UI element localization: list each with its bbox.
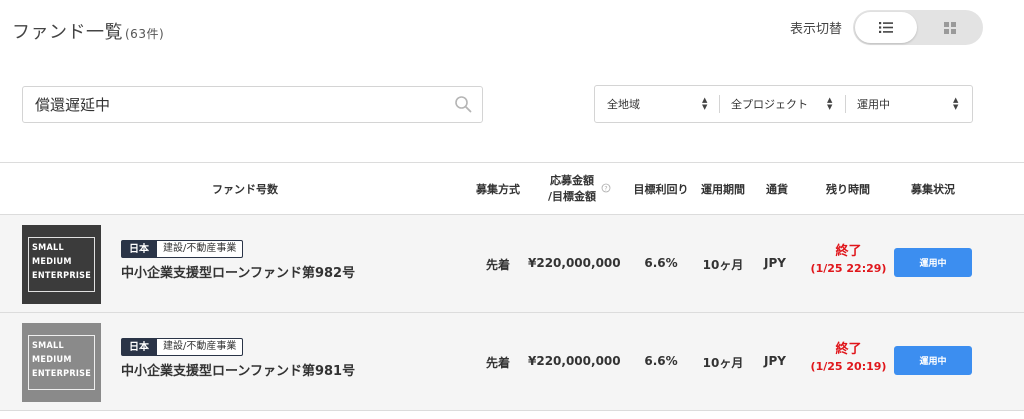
thumbnail-line: ENTERPRISE [32, 271, 92, 281]
col-yield: 目標利回り [633, 183, 689, 196]
col-amount-line2: /目標金額 [547, 190, 597, 203]
category-tag: 建設/不動産事業 [157, 338, 244, 356]
status-filter-label: 運用中 [857, 98, 890, 111]
region-filter-label: 全地域 [607, 98, 640, 111]
thumbnail-logo: SMALL MEDIUM ENTERPRISE [32, 241, 92, 283]
page-title: ファンド一覧 (63件) [12, 18, 164, 44]
remaining-time: (1/25 20:19) [810, 360, 887, 373]
search-icon[interactable] [454, 95, 472, 113]
list-icon [879, 22, 893, 33]
remaining-status: 終了 [835, 342, 862, 357]
amount-cell: ¥220,000,000 [528, 354, 621, 368]
table-divider [0, 410, 1024, 411]
search-input[interactable] [35, 87, 445, 122]
thumbnail-line: MEDIUM [32, 355, 72, 365]
filter-divider [845, 95, 846, 113]
view-toggle [853, 10, 983, 45]
method-cell: 先着 [485, 258, 510, 272]
method-cell: 先着 [485, 356, 510, 370]
fund-name-link[interactable]: 中小企業支援型ローンファンド第982号 [121, 262, 355, 281]
table-row[interactable]: SMALL MEDIUM ENTERPRISE 日本 建設/不動産事業 中小企業… [0, 312, 1024, 410]
col-method: 募集方式 [476, 183, 520, 196]
fund-count: (63件) [125, 27, 165, 41]
remaining-status: 終了 [835, 244, 862, 259]
currency-cell: JPY [764, 256, 786, 270]
currency-cell: JPY [764, 354, 786, 368]
region-filter[interactable]: 全地域 ▲ ▼ [607, 86, 719, 122]
info-icon[interactable]: ? [601, 183, 611, 193]
fund-thumbnail: SMALL MEDIUM ENTERPRISE [22, 225, 101, 304]
thumbnail-line: ENTERPRISE [32, 369, 92, 379]
col-amount-line1: 応募金額 [550, 174, 594, 187]
page-title-text: ファンド一覧 [12, 22, 123, 43]
table-divider [0, 162, 1024, 163]
amount-cell: ¥220,000,000 [528, 256, 621, 270]
country-tag: 日本 [121, 338, 157, 356]
period-cell: 10ヶ月 [702, 258, 744, 272]
search-box [22, 86, 483, 123]
sort-caret-icon: ▲ ▼ [702, 96, 708, 111]
status-button[interactable]: 運用中 [894, 346, 972, 375]
project-filter-label: 全プロジェクト [731, 98, 808, 111]
filter-divider [719, 95, 720, 113]
country-tag: 日本 [121, 240, 157, 258]
col-fund-name: ファンド号数 [212, 183, 278, 196]
list-view-button[interactable] [855, 12, 917, 43]
view-toggle-label: 表示切替 [790, 22, 843, 37]
col-amount: 応募金額 /目標金額 [536, 173, 608, 205]
fund-tags: 日本 建設/不動産事業 [121, 338, 244, 356]
fund-name-link[interactable]: 中小企業支援型ローンファンド第981号 [121, 360, 355, 379]
grid-icon [944, 21, 956, 34]
thumbnail-line: SMALL [32, 243, 64, 253]
yield-cell: 6.6% [644, 256, 678, 270]
category-tag: 建設/不動産事業 [157, 240, 244, 258]
grid-view-button[interactable] [919, 10, 981, 45]
thumbnail-line: MEDIUM [32, 257, 72, 267]
thumbnail-line: SMALL [32, 341, 64, 351]
sort-caret-icon: ▲ ▼ [953, 96, 959, 111]
fund-tags: 日本 建設/不動産事業 [121, 240, 244, 258]
fund-thumbnail: SMALL MEDIUM ENTERPRISE [22, 323, 101, 402]
project-filter[interactable]: 全プロジェクト ▲ ▼ [731, 86, 845, 122]
col-period: 運用期間 [701, 183, 745, 196]
table-row[interactable]: SMALL MEDIUM ENTERPRISE 日本 建設/不動産事業 中小企業… [0, 214, 1024, 312]
page-header: ファンド一覧 (63件) 表示切替 [0, 0, 1024, 60]
remaining-cell: 終了 (1/25 22:29) [800, 243, 897, 277]
period-cell: 10ヶ月 [702, 356, 744, 370]
status-filter[interactable]: 運用中 ▲ ▼ [857, 86, 969, 122]
col-remaining: 残り時間 [826, 183, 870, 196]
col-currency: 通貨 [766, 183, 788, 196]
svg-text:?: ? [604, 185, 607, 192]
remaining-cell: 終了 (1/25 20:19) [800, 341, 897, 375]
remaining-time: (1/25 22:29) [810, 262, 887, 275]
col-status: 募集状況 [911, 183, 955, 196]
yield-cell: 6.6% [644, 354, 678, 368]
sort-caret-icon: ▲ ▼ [827, 96, 833, 111]
thumbnail-logo: SMALL MEDIUM ENTERPRISE [32, 339, 92, 381]
filter-bar: 全地域 ▲ ▼ 全プロジェクト ▲ ▼ 運用中 ▲ ▼ [594, 85, 973, 123]
status-button[interactable]: 運用中 [894, 248, 972, 277]
